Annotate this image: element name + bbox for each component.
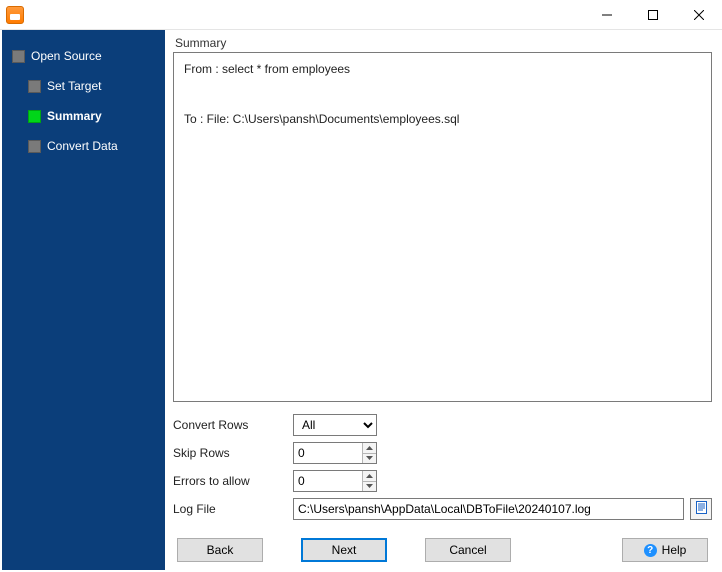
sidebar-item-label: Convert Data (47, 140, 118, 152)
close-button[interactable] (676, 0, 722, 30)
sidebar-item-set-target[interactable]: Set Target (2, 74, 165, 98)
errors-allow-label: Errors to allow (173, 474, 293, 488)
spinner-down-icon[interactable] (363, 482, 376, 492)
sidebar-item-convert-data[interactable]: Convert Data (2, 134, 165, 158)
help-button-label: Help (662, 543, 687, 557)
summary-textarea[interactable]: From : select * from employees To : File… (173, 52, 712, 402)
skip-rows-label: Skip Rows (173, 446, 293, 460)
browse-log-button[interactable] (690, 498, 712, 520)
step-box-icon (28, 110, 41, 123)
convert-rows-select[interactable]: All (293, 414, 377, 436)
summary-title: Summary (173, 36, 712, 52)
spinner-down-icon[interactable] (363, 454, 376, 464)
window-controls (584, 0, 722, 30)
skip-rows-spinner[interactable] (293, 442, 377, 464)
cancel-button[interactable]: Cancel (425, 538, 511, 562)
maximize-button[interactable] (630, 0, 676, 30)
help-button[interactable]: ? Help (622, 538, 708, 562)
skip-rows-input[interactable] (294, 443, 362, 463)
spinner-up-icon[interactable] (363, 443, 376, 454)
minimize-button[interactable] (584, 0, 630, 30)
step-box-icon (12, 50, 25, 63)
document-icon (695, 501, 708, 517)
log-file-label: Log File (173, 502, 293, 516)
app-icon (6, 6, 24, 24)
main-panel: Summary From : select * from employees T… (165, 30, 720, 570)
step-box-icon (28, 140, 41, 153)
sidebar-item-open-source[interactable]: Open Source (2, 44, 165, 68)
convert-rows-label: Convert Rows (173, 418, 293, 432)
back-button[interactable]: Back (177, 538, 263, 562)
spinner-up-icon[interactable] (363, 471, 376, 482)
sidebar-item-label: Open Source (31, 50, 102, 62)
sidebar-item-summary[interactable]: Summary (2, 104, 165, 128)
log-file-input[interactable] (293, 498, 684, 520)
errors-allow-spinner[interactable] (293, 470, 377, 492)
wizard-buttons: Back Next Cancel ? Help (173, 538, 712, 562)
wizard-sidebar: Open Source Set Target Summary Convert D… (2, 30, 165, 570)
help-icon: ? (644, 544, 657, 557)
options-form: Convert Rows All Skip Rows Errors to all… (173, 414, 712, 520)
step-box-icon (28, 80, 41, 93)
title-bar (0, 0, 722, 30)
sidebar-item-label: Summary (47, 110, 102, 122)
errors-allow-input[interactable] (294, 471, 362, 491)
next-button[interactable]: Next (301, 538, 387, 562)
sidebar-item-label: Set Target (47, 80, 101, 92)
